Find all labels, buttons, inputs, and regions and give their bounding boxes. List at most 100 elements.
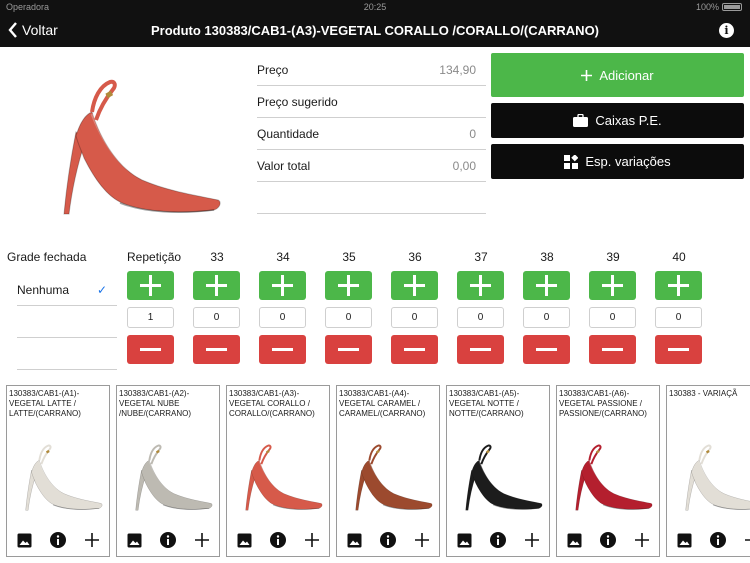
plus-icon[interactable]	[744, 532, 750, 548]
column-header: Repetição	[127, 250, 182, 264]
increment-button[interactable]	[457, 271, 504, 300]
grade-option-label: Nenhuma	[17, 282, 70, 297]
decrement-button[interactable]	[523, 335, 570, 364]
decrement-button[interactable]	[259, 335, 306, 364]
price-fields: Preço 134,90 Preço sugerido Quantidade 0…	[257, 54, 486, 214]
card-actions	[227, 532, 329, 548]
decrement-button[interactable]	[457, 335, 504, 364]
grade-label: Grade fechada	[7, 250, 87, 264]
grade-option-nenhuma[interactable]: Nenhuma ✓	[17, 274, 117, 306]
quantity-input[interactable]: 0	[589, 307, 636, 328]
quantity-input[interactable]: 0	[523, 307, 570, 328]
plus-icon[interactable]	[524, 532, 540, 548]
info-icon[interactable]	[710, 532, 726, 548]
variation-title: 130383/CAB1-(A5)-VEGETAL NOTTE / NOTTE/(…	[449, 389, 524, 418]
add-button[interactable]: Adicionar	[491, 53, 744, 97]
plus-icon[interactable]	[84, 532, 100, 548]
decrement-button[interactable]	[325, 335, 372, 364]
action-buttons: Adicionar Caixas P.E. Esp. variações	[491, 53, 744, 185]
variation-card[interactable]: 130383/CAB1-(A3)-VEGETAL CORALLO / CORAL…	[226, 385, 330, 557]
image-icon[interactable]	[346, 532, 362, 548]
grid-column-size: 33 0	[193, 250, 241, 364]
increment-button[interactable]	[193, 271, 240, 300]
briefcase-icon	[573, 114, 589, 127]
clock: 20:25	[363, 2, 387, 12]
info-icon[interactable]	[270, 532, 286, 548]
grade-option[interactable]	[17, 338, 117, 370]
card-actions	[447, 532, 549, 548]
field-suggested-price: Preço sugerido	[257, 86, 486, 118]
field-value: 0,00	[452, 158, 476, 173]
variation-card[interactable]: 130383/CAB1-(A4)-VEGETAL CARAMEL / CARAM…	[336, 385, 440, 557]
field-label: Preço	[257, 62, 289, 77]
info-icon[interactable]	[160, 532, 176, 548]
plus-icon[interactable]	[194, 532, 210, 548]
variation-card[interactable]: 130383/CAB1-(A5)-VEGETAL NOTTE / NOTTE/(…	[446, 385, 550, 557]
variation-card[interactable]: 130383 - VARIAÇÃ	[666, 385, 750, 557]
variation-image	[25, 444, 103, 511]
variation-card[interactable]: 130383/CAB1-(A1)-VEGETAL LATTE / LATTE/(…	[6, 385, 110, 557]
grid-column-size: 35 0	[325, 250, 373, 364]
field-label: Quantidade	[257, 126, 320, 141]
column-header: 34	[276, 250, 290, 264]
image-icon[interactable]	[126, 532, 142, 548]
battery-icon	[722, 3, 742, 11]
increment-button[interactable]	[325, 271, 372, 300]
increment-button[interactable]	[259, 271, 306, 300]
variation-title: 130383/CAB1-(A2)-VEGETAL NUBE /NUBE/(CAR…	[119, 389, 192, 418]
navigation-bar: Voltar Produto 130383/CAB1-(A3)-VEGETAL …	[0, 14, 750, 47]
variation-title: 130383/CAB1-(A6)-VEGETAL PASSIONE / PASS…	[559, 389, 647, 418]
increment-button[interactable]	[589, 271, 636, 300]
image-icon[interactable]	[566, 532, 582, 548]
quantity-input[interactable]: 0	[655, 307, 702, 328]
quantity-input[interactable]: 0	[325, 307, 372, 328]
grid-column-size: 36 0	[391, 250, 439, 364]
card-actions	[117, 532, 219, 548]
info-icon[interactable]	[380, 532, 396, 548]
increment-button[interactable]	[523, 271, 570, 300]
column-header: 36	[408, 250, 422, 264]
decrement-button[interactable]	[193, 335, 240, 364]
increment-button[interactable]	[655, 271, 702, 300]
grid-column-size: 39 0	[589, 250, 637, 364]
image-icon[interactable]	[16, 532, 32, 548]
field-label: Valor total	[257, 158, 311, 173]
info-icon[interactable]	[490, 532, 506, 548]
product-image	[63, 79, 221, 215]
info-icon[interactable]	[600, 532, 616, 548]
plus-icon[interactable]	[304, 532, 320, 548]
quantity-input[interactable]: 1	[127, 307, 174, 328]
quantity-input[interactable]: 0	[391, 307, 438, 328]
increment-button[interactable]	[391, 271, 438, 300]
decrement-button[interactable]	[655, 335, 702, 364]
quantity-input[interactable]: 0	[259, 307, 306, 328]
info-icon[interactable]	[50, 532, 66, 548]
decrement-button[interactable]	[391, 335, 438, 364]
quantity-input[interactable]: 0	[457, 307, 504, 328]
grade-option[interactable]	[17, 306, 117, 338]
info-icon[interactable]: i	[719, 23, 734, 38]
increment-button[interactable]	[127, 271, 174, 300]
field-price: Preço 134,90	[257, 54, 486, 86]
variations-button[interactable]: Esp. variações	[491, 144, 744, 179]
decrement-button[interactable]	[127, 335, 174, 364]
decrement-button[interactable]	[589, 335, 636, 364]
boxes-button[interactable]: Caixas P.E.	[491, 103, 744, 138]
image-icon[interactable]	[456, 532, 472, 548]
variation-card[interactable]: 130383/CAB1-(A6)-VEGETAL PASSIONE / PASS…	[556, 385, 660, 557]
field-value: 0	[469, 126, 476, 141]
plus-icon[interactable]	[414, 532, 430, 548]
page-title: Produto 130383/CAB1-(A3)-VEGETAL CORALLO…	[150, 23, 600, 38]
card-actions	[7, 532, 109, 548]
image-icon[interactable]	[676, 532, 692, 548]
variation-cards: 130383/CAB1-(A1)-VEGETAL LATTE / LATTE/(…	[6, 385, 750, 557]
grade-fechada-list: Grade fechada Nenhuma ✓	[7, 250, 117, 370]
variation-card[interactable]: 130383/CAB1-(A2)-VEGETAL NUBE /NUBE/(CAR…	[116, 385, 220, 557]
quantity-input[interactable]: 0	[193, 307, 240, 328]
image-icon[interactable]	[236, 532, 252, 548]
variation-image	[575, 444, 653, 511]
variations-label: Esp. variações	[585, 154, 671, 169]
variation-image	[465, 444, 543, 511]
plus-icon[interactable]	[634, 532, 650, 548]
boxes-label: Caixas P.E.	[595, 113, 662, 128]
